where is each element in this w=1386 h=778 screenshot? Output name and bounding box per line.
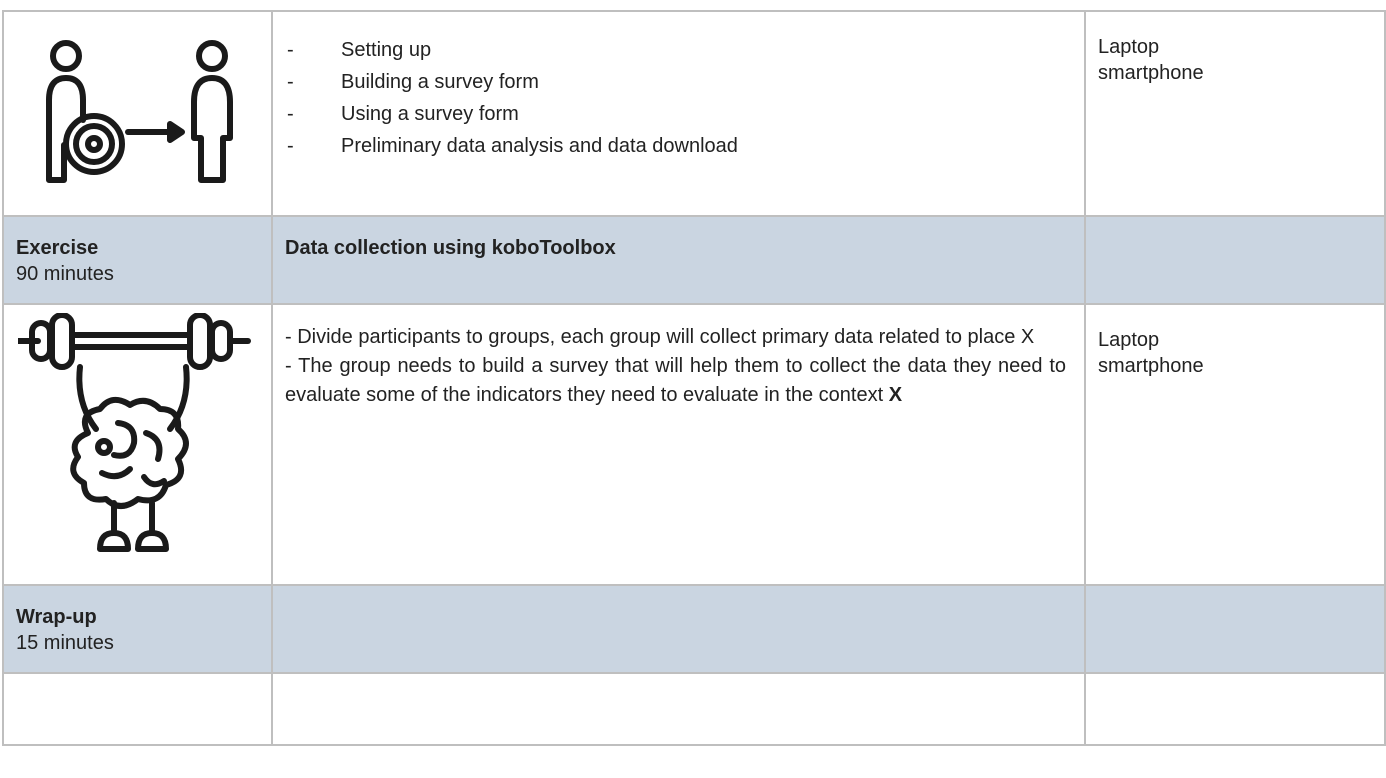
bullet-marker: - bbox=[287, 71, 294, 93]
wrapup-header-row: Wrap-up 15 minutes bbox=[2, 584, 1386, 674]
instruction-line: - The group needs to build a survey that… bbox=[285, 355, 1066, 406]
setup-row: - Setting up - Building a survey form - Usi… bbox=[2, 10, 1386, 217]
activity-title: Data collection using koboToolbox bbox=[285, 237, 616, 259]
equipment-list: Laptop smartphone bbox=[1086, 12, 1384, 86]
instruction-line-with-emphasis: - The group needs to build a survey that… bbox=[285, 352, 1066, 410]
empty-cell bbox=[2, 672, 273, 746]
instruction-line: - Divide participants to groups, each gr… bbox=[285, 326, 1035, 348]
person-gear-transfer-icon bbox=[46, 40, 233, 183]
equipment-list: Laptop smartphone bbox=[1086, 305, 1384, 379]
exercise-instructions: - Divide participants to groups, each gr… bbox=[273, 305, 1084, 410]
emphasis-text: X bbox=[888, 384, 903, 406]
session-plan-table: - Setting up - Building a survey form - Usi… bbox=[2, 10, 1386, 746]
empty-row bbox=[2, 672, 1386, 746]
brain-weightlifting-icon bbox=[18, 313, 251, 552]
exercise-activity-cell: Data collection using koboToolbox bbox=[271, 215, 1086, 305]
exercise-icon-cell bbox=[2, 303, 273, 586]
list-item-text: Setting up bbox=[341, 39, 432, 61]
section-title: Exercise 90 minutes bbox=[4, 217, 271, 287]
bullet-marker: - bbox=[287, 103, 294, 125]
exercise-empty-cell bbox=[1084, 215, 1386, 305]
exercise-equipment-cell: Laptop smartphone bbox=[1084, 303, 1386, 586]
section-name: Wrap-up bbox=[16, 606, 97, 628]
wrapup-empty-cell bbox=[1084, 584, 1386, 674]
exercise-row: - Divide participants to groups, each gr… bbox=[2, 303, 1386, 586]
document-page: - Setting up - Building a survey form - Usi… bbox=[0, 0, 1386, 778]
section-duration: 90 minutes bbox=[16, 263, 114, 285]
exercise-instructions-cell: - Divide participants to groups, each gr… bbox=[271, 303, 1086, 586]
equipment-item: smartphone bbox=[1098, 355, 1204, 377]
setup-steps-list: - Setting up - Building a survey form - Usi… bbox=[273, 12, 1084, 162]
section-name: Exercise bbox=[16, 237, 99, 259]
setup-equipment-cell: Laptop smartphone bbox=[1084, 10, 1386, 217]
section-duration: 15 minutes bbox=[16, 632, 114, 654]
list-item-text: Using a survey form bbox=[341, 103, 519, 125]
setup-steps-cell: - Setting up - Building a survey form - Usi… bbox=[271, 10, 1086, 217]
setup-icon-cell bbox=[2, 10, 273, 217]
exercise-header-row: Exercise 90 minutes Data collection usin… bbox=[2, 215, 1386, 305]
empty-cell bbox=[1084, 672, 1386, 746]
list-item: - Setting up bbox=[287, 34, 1084, 66]
equipment-item: Laptop bbox=[1098, 36, 1160, 58]
wrapup-activity-cell bbox=[271, 584, 1086, 674]
list-item: - Building a survey form bbox=[287, 66, 1084, 98]
equipment-item: smartphone bbox=[1098, 62, 1204, 84]
list-item: - Using a survey form bbox=[287, 98, 1084, 130]
list-item-text: Building a survey form bbox=[341, 71, 539, 93]
list-item: - Preliminary data analysis and data down… bbox=[287, 130, 1084, 162]
section-title: Wrap-up 15 minutes bbox=[4, 586, 271, 656]
empty-cell bbox=[271, 672, 1086, 746]
equipment-item: Laptop bbox=[1098, 329, 1160, 351]
bullet-marker: - bbox=[287, 39, 294, 61]
wrapup-section-cell: Wrap-up 15 minutes bbox=[2, 584, 273, 674]
bullet-marker: - bbox=[287, 135, 294, 157]
list-item-text: Preliminary data analysis and data downl… bbox=[341, 135, 738, 157]
exercise-section-cell: Exercise 90 minutes bbox=[2, 215, 273, 305]
